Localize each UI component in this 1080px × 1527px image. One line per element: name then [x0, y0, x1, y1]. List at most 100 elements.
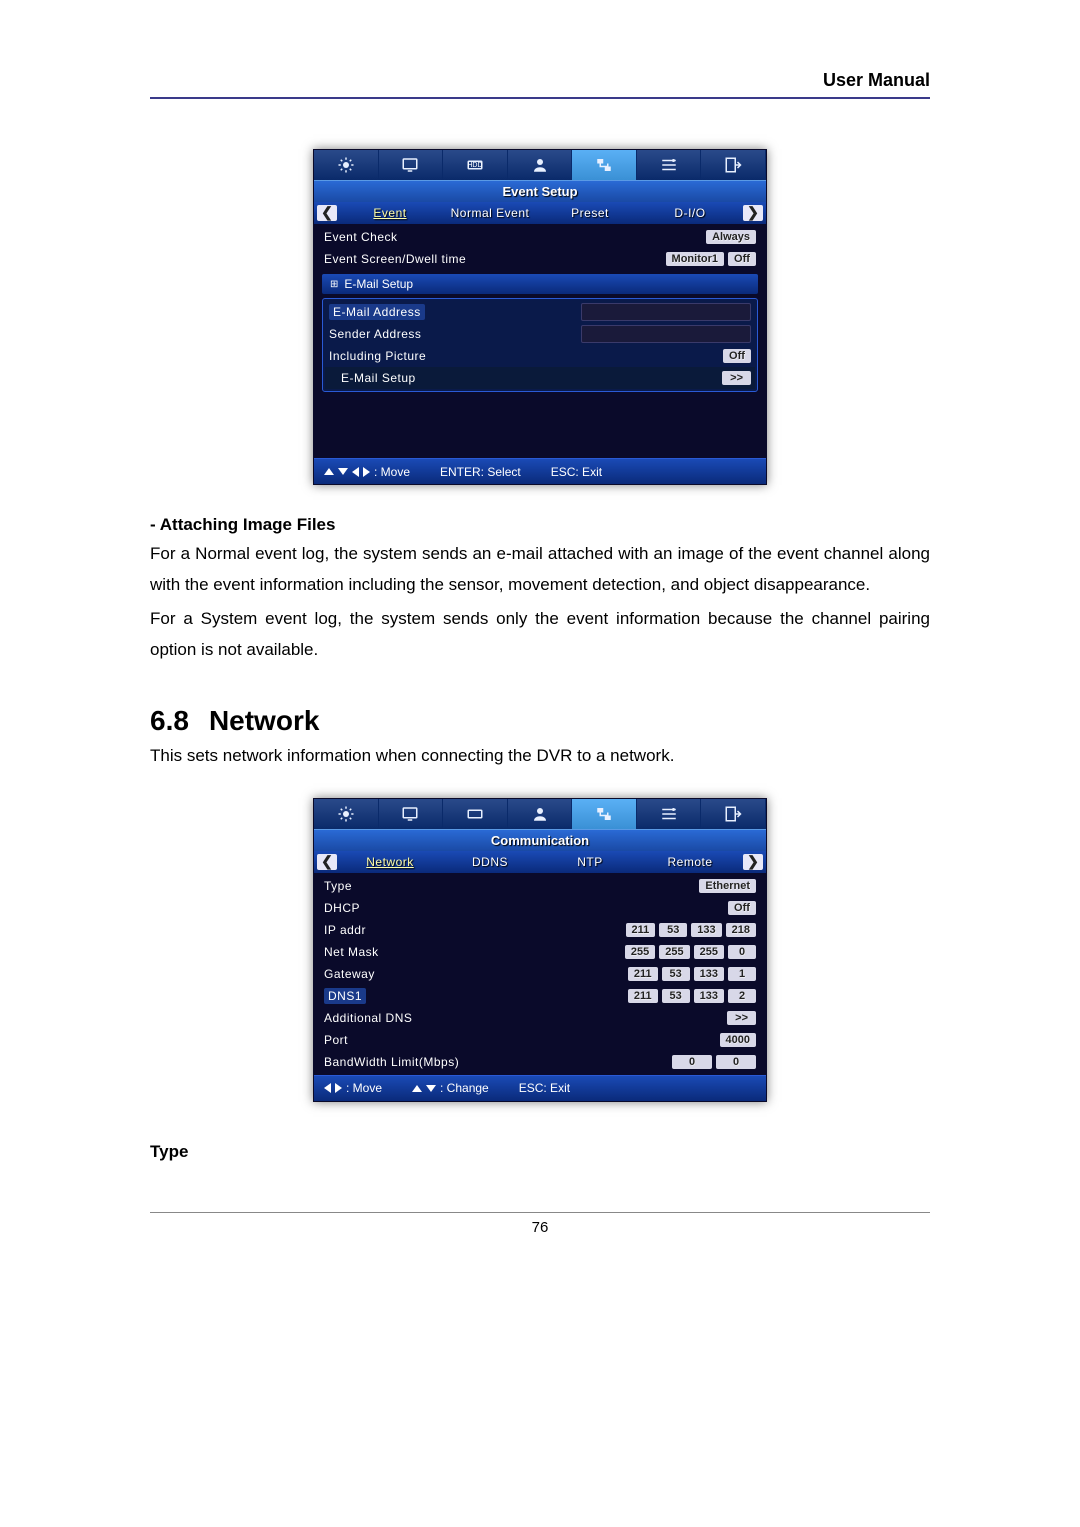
hdd-icon[interactable]: HDD: [443, 150, 508, 180]
tab-dio[interactable]: D-I/O: [640, 206, 740, 220]
gw-3: 1: [728, 967, 756, 981]
tab-event[interactable]: Event: [340, 206, 440, 220]
email-address-input[interactable]: [581, 303, 751, 321]
user-icon[interactable]: [508, 799, 573, 829]
dns-label: DNS1: [324, 988, 366, 1004]
bw-0: 0: [672, 1055, 712, 1069]
row-event-screen[interactable]: Event Screen/Dwell time Monitor1 Off: [320, 248, 760, 270]
row-email-setup[interactable]: E-Mail Setup >>: [325, 367, 755, 389]
row-additional-dns[interactable]: Additional DNS >>: [320, 1007, 760, 1029]
row-including-picture[interactable]: Including Picture Off: [325, 345, 755, 367]
adns-more[interactable]: >>: [727, 1011, 756, 1025]
grid-icon: ⊞: [330, 279, 338, 290]
type-value: Ethernet: [699, 879, 756, 893]
settings-icon[interactable]: [637, 150, 702, 180]
hdd-icon[interactable]: [443, 799, 508, 829]
gw-2: 133: [694, 967, 724, 981]
window-title: Communication: [314, 829, 766, 851]
tab-network[interactable]: Network: [340, 855, 440, 869]
sender-address-input[interactable]: [581, 325, 751, 343]
footer-bar: : Move ENTER: Select ESC: Exit: [314, 458, 766, 484]
footer-rule: [150, 1212, 930, 1213]
event-setup-window: HDD Event Setup ❮ Event Normal Event Pre…: [313, 149, 767, 485]
mask-2: 255: [694, 945, 724, 959]
type-label: Type: [324, 879, 695, 893]
page-number: 76: [150, 1219, 930, 1236]
window-title: Event Setup: [314, 180, 766, 202]
dns-0: 211: [628, 989, 658, 1003]
row-port[interactable]: Port 4000: [320, 1029, 760, 1051]
ip-label: IP addr: [324, 923, 622, 937]
footer-bar: : Move : Change ESC: Exit: [314, 1075, 766, 1101]
para2: For a System event log, the system sends…: [150, 604, 930, 665]
ip-1: 53: [659, 923, 687, 937]
dhcp-value: Off: [728, 901, 756, 915]
exit-icon[interactable]: [701, 150, 766, 180]
tab-ntp[interactable]: NTP: [540, 855, 640, 869]
port-label: Port: [324, 1033, 716, 1047]
row-dhcp[interactable]: DHCP Off: [320, 897, 760, 919]
event-check-value: Always: [706, 230, 756, 244]
row-sender-address[interactable]: Sender Address: [325, 323, 755, 345]
bw-1: 0: [716, 1055, 756, 1069]
tab-bar: ❮ Event Normal Event Preset D-I/O ❯: [314, 202, 766, 224]
dns-1: 53: [662, 989, 690, 1003]
mask-0: 255: [625, 945, 655, 959]
row-bandwidth[interactable]: BandWidth Limit(Mbps) 0 0: [320, 1051, 760, 1073]
event-screen-label: Event Screen/Dwell time: [324, 252, 662, 266]
gw-label: Gateway: [324, 967, 624, 981]
section-attaching-heading: - Attaching Image Files: [150, 515, 930, 535]
tab-remote[interactable]: Remote: [640, 855, 740, 869]
display-icon[interactable]: [379, 799, 444, 829]
ip-2: 133: [691, 923, 721, 937]
network-icon[interactable]: [572, 799, 637, 829]
row-netmask[interactable]: Net Mask 255 255 255 0: [320, 941, 760, 963]
settings-icon[interactable]: [637, 799, 702, 829]
tab-bar: ❮ Network DDNS NTP Remote ❯: [314, 851, 766, 873]
tab-next-icon[interactable]: ❯: [743, 854, 763, 870]
tab-prev-icon[interactable]: ❮: [317, 854, 337, 870]
event-check-label: Event Check: [324, 230, 702, 244]
tab-prev-icon[interactable]: ❮: [317, 205, 337, 221]
sender-address-label: Sender Address: [329, 327, 581, 341]
tab-preset[interactable]: Preset: [540, 206, 640, 220]
para1: For a Normal event log, the system sends…: [150, 539, 930, 600]
row-type[interactable]: Type Ethernet: [320, 875, 760, 897]
dns-3: 2: [728, 989, 756, 1003]
email-setup-label: E-Mail Setup: [329, 371, 722, 385]
tab-ddns[interactable]: DDNS: [440, 855, 540, 869]
footer-move: : Move: [324, 465, 410, 479]
email-setup-more[interactable]: >>: [722, 371, 751, 385]
including-picture-label: Including Picture: [329, 349, 719, 363]
page-header: User Manual: [150, 70, 930, 99]
tab-normal-event[interactable]: Normal Event: [440, 206, 540, 220]
email-section-header: ⊞ E-Mail Setup: [322, 274, 758, 294]
event-screen-value: Off: [728, 252, 756, 266]
row-ip[interactable]: IP addr 211 53 133 218: [320, 919, 760, 941]
footer-enter: ENTER: Select: [440, 465, 521, 479]
dns-2: 133: [694, 989, 724, 1003]
row-gateway[interactable]: Gateway 211 53 133 1: [320, 963, 760, 985]
footer-esc: ESC: Exit: [519, 1081, 570, 1095]
mask-label: Net Mask: [324, 945, 621, 959]
system-icon[interactable]: [314, 799, 379, 829]
adns-label: Additional DNS: [324, 1011, 727, 1025]
including-picture-value: Off: [723, 349, 751, 363]
email-address-label: E-Mail Address: [329, 304, 425, 320]
ip-0: 211: [626, 923, 656, 937]
row-event-check[interactable]: Event Check Always: [320, 226, 760, 248]
gw-1: 53: [662, 967, 690, 981]
footer-change: : Change: [412, 1081, 489, 1095]
network-icon[interactable]: [572, 150, 637, 180]
display-icon[interactable]: [379, 150, 444, 180]
user-icon[interactable]: [508, 150, 573, 180]
port-value: 4000: [720, 1033, 756, 1047]
dhcp-label: DHCP: [324, 901, 724, 915]
row-dns[interactable]: DNS1 211 53 133 2: [320, 985, 760, 1007]
row-email-address[interactable]: E-Mail Address: [325, 301, 755, 323]
toolbar: HDD: [314, 150, 766, 180]
type-subheading: Type: [150, 1142, 930, 1162]
system-icon[interactable]: [314, 150, 379, 180]
tab-next-icon[interactable]: ❯: [743, 205, 763, 221]
exit-icon[interactable]: [701, 799, 766, 829]
